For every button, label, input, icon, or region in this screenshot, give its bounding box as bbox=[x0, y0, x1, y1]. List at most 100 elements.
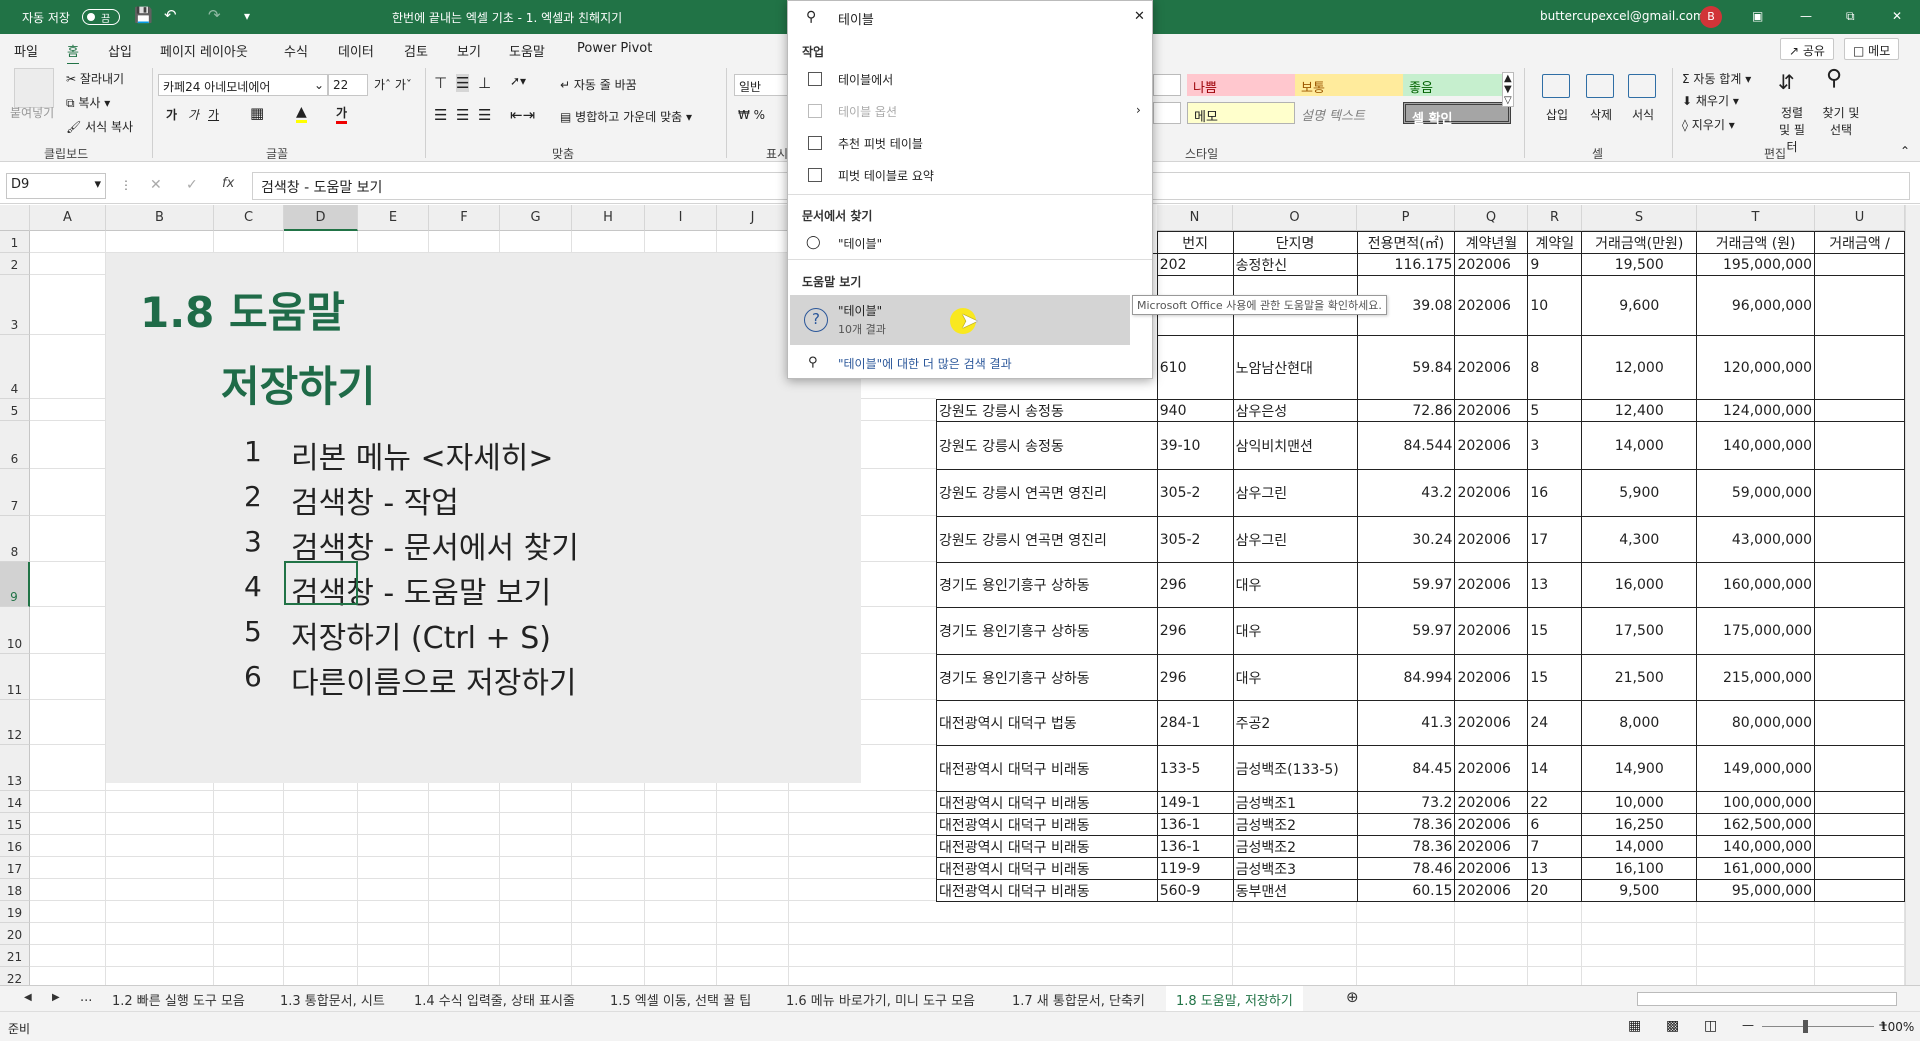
table-cell[interactable]: 대우 bbox=[1232, 654, 1358, 701]
table-cell[interactable]: 202006 bbox=[1454, 469, 1529, 517]
table-cell[interactable]: 대우 bbox=[1232, 607, 1358, 655]
table-cell[interactable]: 9,500 bbox=[1581, 879, 1698, 902]
tab-file[interactable]: 파일 bbox=[14, 41, 38, 60]
style-check-cell[interactable]: 셀 확인 bbox=[1403, 102, 1511, 127]
sheet-tab[interactable]: 1.6 메뉴 바로가기, 미니 도구 모음 bbox=[786, 990, 975, 1009]
sheet-tab[interactable]: 1.5 엑셀 이동, 선택 꿀 팁 bbox=[610, 990, 751, 1009]
table-cell[interactable]: 78.46 bbox=[1356, 857, 1456, 880]
table-cell[interactable]: 940 bbox=[1156, 399, 1234, 422]
redo-icon[interactable]: ↷ bbox=[208, 6, 221, 24]
table-cell[interactable]: 금성백조(133-5) bbox=[1232, 745, 1358, 792]
table-cell[interactable]: 30.24 bbox=[1356, 516, 1456, 563]
vertical-scrollbar[interactable] bbox=[1905, 205, 1920, 985]
table-cell[interactable]: 대전광역시 대덕구 비래동 bbox=[936, 835, 1158, 858]
table-cell[interactable]: 84.544 bbox=[1356, 421, 1456, 470]
table-cell[interactable] bbox=[1814, 421, 1905, 470]
table-cell[interactable]: 8 bbox=[1527, 335, 1583, 400]
table-cell[interactable]: 160,000,000 bbox=[1696, 562, 1816, 608]
table-cell[interactable]: 대전광역시 대덕구 법동 bbox=[936, 700, 1158, 746]
row-header-8[interactable]: 8 bbox=[0, 516, 30, 562]
format-cells-icon[interactable] bbox=[1628, 74, 1656, 98]
style-bad[interactable]: 나쁨 bbox=[1187, 74, 1295, 96]
font-size-select[interactable]: 22 bbox=[328, 74, 368, 96]
table-cell[interactable]: 560-9 bbox=[1156, 879, 1234, 902]
table-cell[interactable]: 24 bbox=[1527, 700, 1583, 746]
sheet-tab[interactable]: 1.4 수식 입력줄, 상태 표시줄 bbox=[414, 990, 575, 1009]
table-cell[interactable]: 강원도 강릉시 연곡면 영진리 bbox=[936, 469, 1158, 517]
insert-cells-icon[interactable] bbox=[1542, 74, 1570, 98]
row-header-10[interactable]: 10 bbox=[0, 607, 30, 654]
table-cell[interactable]: 22 bbox=[1527, 791, 1583, 814]
table-cell[interactable]: 202006 bbox=[1454, 335, 1529, 400]
table-cell[interactable]: 금성백조3 bbox=[1232, 857, 1358, 880]
column-header-j[interactable]: J bbox=[717, 205, 789, 231]
fill-button[interactable]: ⬇ 채우기 ▾ bbox=[1682, 92, 1739, 109]
row-header-12[interactable]: 12 bbox=[0, 700, 30, 745]
row-header-5[interactable]: 5 bbox=[0, 399, 30, 421]
table-cell[interactable]: 124,000,000 bbox=[1696, 399, 1816, 422]
style-normal-swatch-2[interactable] bbox=[1153, 102, 1181, 124]
zoom-slider-handle[interactable] bbox=[1803, 1020, 1808, 1033]
column-header-d[interactable]: D bbox=[284, 205, 358, 231]
table-cell[interactable]: 강원도 강릉시 연곡면 영진리 bbox=[936, 516, 1158, 563]
table-cell[interactable] bbox=[1814, 879, 1905, 902]
table-cell[interactable]: 202006 bbox=[1454, 399, 1529, 422]
table-cell[interactable]: 15 bbox=[1527, 654, 1583, 701]
tab-scroll-right-icon[interactable]: ▶ bbox=[52, 992, 60, 1003]
row-header-11[interactable]: 11 bbox=[0, 654, 30, 700]
find-select-button[interactable]: 찾기 및 선택 bbox=[1818, 104, 1864, 138]
table-cell[interactable]: 95,000,000 bbox=[1696, 879, 1816, 902]
table-cell[interactable]: 59.97 bbox=[1356, 607, 1456, 655]
table-cell[interactable]: 41.3 bbox=[1356, 700, 1456, 746]
table-cell[interactable]: 19,500 bbox=[1581, 253, 1698, 276]
table-cell[interactable]: 195,000,000 bbox=[1696, 253, 1816, 276]
row-header-4[interactable]: 4 bbox=[0, 335, 30, 399]
table-cell[interactable]: 16,000 bbox=[1581, 562, 1698, 608]
table-cell[interactable]: 13 bbox=[1527, 857, 1583, 880]
table-cell[interactable]: 78.36 bbox=[1356, 813, 1456, 836]
table-cell[interactable]: 59.97 bbox=[1356, 562, 1456, 608]
table-header-cell[interactable]: 전용면적(㎡) bbox=[1356, 231, 1456, 254]
underline-button[interactable]: 가 bbox=[208, 106, 219, 123]
cancel-icon[interactable]: ✕ bbox=[150, 177, 162, 193]
table-cell[interactable]: 노암남산현대 bbox=[1232, 335, 1358, 400]
table-header-cell[interactable]: 계약년월 bbox=[1454, 231, 1529, 254]
table-cell[interactable] bbox=[1814, 399, 1905, 422]
table-cell[interactable]: 13 bbox=[1527, 562, 1583, 608]
table-cell[interactable]: 202006 bbox=[1454, 516, 1529, 563]
table-cell[interactable]: 72.86 bbox=[1356, 399, 1456, 422]
align-center-icon[interactable]: ☰ bbox=[456, 106, 469, 124]
font-name-select[interactable]: 카페24 아네모네에어 ⌄ bbox=[158, 74, 328, 96]
table-cell[interactable]: 162,500,000 bbox=[1696, 813, 1816, 836]
table-header-cell[interactable]: 계약일 bbox=[1527, 231, 1583, 254]
collapse-ribbon-icon[interactable]: ⌃ bbox=[1900, 144, 1910, 158]
table-cell[interactable]: 20 bbox=[1527, 879, 1583, 902]
row-header-22[interactable]: 22 bbox=[0, 967, 30, 985]
table-cell[interactable]: 120,000,000 bbox=[1696, 335, 1816, 400]
align-right-icon[interactable]: ☰ bbox=[478, 106, 491, 124]
tab-data[interactable]: 데이터 bbox=[338, 41, 374, 60]
table-cell[interactable] bbox=[1814, 275, 1905, 336]
table-cell[interactable]: 16,250 bbox=[1581, 813, 1698, 836]
table-cell[interactable]: 15 bbox=[1527, 607, 1583, 655]
page-break-icon[interactable]: ◫ bbox=[1704, 1018, 1717, 1034]
table-cell[interactable]: 9 bbox=[1527, 253, 1583, 276]
column-header-b[interactable]: B bbox=[106, 205, 214, 231]
column-header-r[interactable]: R bbox=[1528, 205, 1582, 231]
select-all-corner[interactable] bbox=[0, 205, 30, 231]
table-cell[interactable]: 136-1 bbox=[1156, 813, 1234, 836]
table-cell[interactable]: 6 bbox=[1527, 813, 1583, 836]
table-cell[interactable]: 주공2 bbox=[1232, 700, 1358, 746]
table-cell[interactable]: 202006 bbox=[1454, 791, 1529, 814]
tab-help[interactable]: 도움말 bbox=[509, 41, 545, 60]
font-color-icon[interactable]: 가 bbox=[336, 104, 348, 124]
table-cell[interactable]: 140,000,000 bbox=[1696, 421, 1816, 470]
table-cell[interactable]: 17 bbox=[1527, 516, 1583, 563]
table-cell[interactable] bbox=[1814, 469, 1905, 517]
table-cell[interactable] bbox=[1814, 607, 1905, 655]
table-cell[interactable]: 84.45 bbox=[1356, 745, 1456, 792]
table-cell[interactable] bbox=[1814, 516, 1905, 563]
table-cell[interactable]: 43,000,000 bbox=[1696, 516, 1816, 563]
align-bottom-icon[interactable]: ⊥ bbox=[478, 74, 491, 92]
table-cell[interactable]: 43.2 bbox=[1356, 469, 1456, 517]
